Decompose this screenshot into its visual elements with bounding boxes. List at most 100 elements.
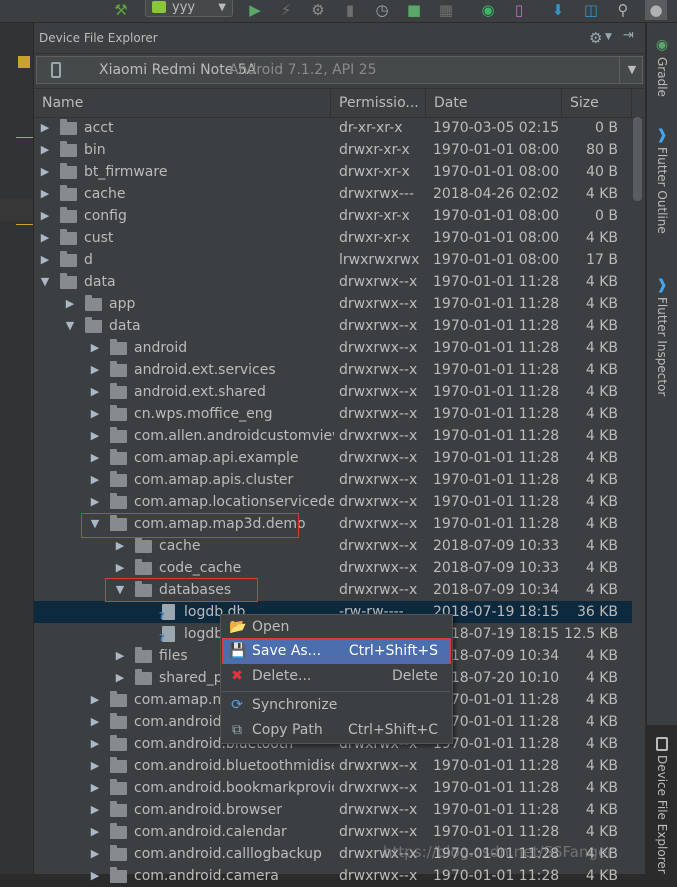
folder-row[interactable]: ▶ com.amap.apis.cluster drwxrwx--x 1970-01-… — [34, 469, 632, 491]
gear-dropdown-icon[interactable]: ▼ — [605, 32, 612, 42]
collapse-arrow-icon[interactable]: ▶ — [113, 535, 127, 557]
collapse-arrow-icon[interactable]: ▶ — [88, 755, 102, 777]
collapse-arrow-icon[interactable]: ▶ — [88, 447, 102, 469]
hammer-icon[interactable]: ⚒ — [110, 0, 132, 20]
collapse-arrow-icon[interactable]: ▶ — [88, 733, 102, 755]
folder-row[interactable]: ▶ com.amap.api.example drwxrwx--x 1970-01-0… — [34, 447, 632, 469]
folder-row[interactable]: ▶ acct dr-xr-xr-x 1970-03-05 02:15 0 B — [34, 117, 632, 139]
folder-row[interactable]: ▶ d lrwxrwxrwx 1970-01-01 08:00 17 B — [34, 249, 632, 271]
gear-icon[interactable]: ⚙ — [589, 29, 602, 47]
folder-row[interactable]: ▼ data drwxrwx--x 1970-01-01 11:28 4 KB — [34, 315, 632, 337]
menu-item-synchronize[interactable]: ⟳ Synchronize — [222, 693, 450, 717]
folder-icon — [110, 735, 127, 751]
collapse-arrow-icon[interactable]: ▶ — [88, 359, 102, 381]
hide-panel-icon[interactable]: ⇥ — [623, 28, 634, 43]
tab-device-file-explorer[interactable]: Device File Explorer — [647, 725, 677, 874]
chevron-down-icon[interactable]: ▼ — [619, 57, 644, 83]
collapse-arrow-icon[interactable]: ▶ — [88, 381, 102, 403]
folder-row[interactable]: ▶ com.android.calendar drwxrwx--x 1970-01-0… — [34, 821, 632, 843]
collapse-arrow-icon[interactable]: ▶ — [38, 205, 52, 227]
folder-row[interactable]: ▶ com.android.camera drwxrwx--x 1970-01-01 … — [34, 865, 632, 887]
folder-row[interactable]: ▶ com.android.browser drwxrwx--x 1970-01-01… — [34, 799, 632, 821]
avd-icon[interactable]: ▦ — [436, 0, 456, 20]
column-size[interactable]: Size — [562, 89, 632, 117]
run-icon[interactable]: ▶ — [245, 0, 265, 20]
device-select[interactable]: Xiaomi Redmi Note 5A Android 7.1.2, API … — [36, 56, 643, 84]
menu-item-open[interactable]: 📂 Open — [222, 615, 450, 639]
expand-arrow-icon[interactable]: ▼ — [38, 271, 52, 293]
attach-icon[interactable]: ▮ — [340, 0, 360, 20]
menu-item-delete[interactable]: ✖ Delete... Delete — [222, 664, 450, 688]
collapse-arrow-icon[interactable]: ▶ — [88, 469, 102, 491]
collapse-arrow-icon[interactable]: ▶ — [38, 249, 52, 271]
folder-row[interactable]: ▼ databases drwxrwx--x 2018-07-09 10:34 4 KB — [34, 579, 632, 601]
collapse-arrow-icon[interactable]: ▶ — [38, 117, 52, 139]
column-permissions[interactable]: Permissio... — [331, 89, 426, 117]
folder-row[interactable]: ▶ android drwxrwx--x 1970-01-01 11:28 4 KB — [34, 337, 632, 359]
folder-icon — [110, 779, 127, 795]
profile-icon[interactable]: ◷ — [372, 0, 392, 20]
folder-row[interactable]: ▶ cache drwxrwx--x 2018-07-09 10:33 4 KB — [34, 535, 632, 557]
tab-flutter-inspector[interactable]: ❱ Flutter Inspector — [647, 277, 677, 396]
sdk-icon[interactable]: ◉ — [478, 0, 498, 20]
folder-row[interactable]: ▼ data drwxrwx--x 1970-01-01 11:28 4 KB — [34, 271, 632, 293]
folder-row[interactable]: ▶ com.allen.androidcustomview drwxrwx--x 19… — [34, 425, 632, 447]
collapse-arrow-icon[interactable]: ▶ — [38, 139, 52, 161]
size-cell: 4 KB — [585, 472, 618, 488]
folder-row[interactable]: ▶ cache drwxrwx--- 2018-04-26 02:02 4 KB — [34, 183, 632, 205]
folder-row[interactable]: ▶ android.ext.shared drwxrwx--x 1970-01-01 … — [34, 381, 632, 403]
collapse-arrow-icon[interactable]: ▶ — [88, 403, 102, 425]
user-icon[interactable]: ● — [645, 0, 667, 20]
collapse-arrow-icon[interactable]: ▶ — [88, 777, 102, 799]
folder-row[interactable]: ▶ app drwxrwx--x 1970-01-01 11:28 4 KB — [34, 293, 632, 315]
apply-changes-icon[interactable]: ⚡ — [277, 0, 295, 20]
collapse-arrow-icon[interactable]: ▶ — [88, 799, 102, 821]
size-cell: 12.5 KB — [564, 626, 618, 642]
collapse-arrow-icon[interactable]: ▶ — [88, 337, 102, 359]
permissions-cell: drwxrwx--x — [339, 472, 418, 488]
folder-row[interactable]: ▶ com.android.bookmarkprovider drwxrwx--x 1… — [34, 777, 632, 799]
collapse-arrow-icon[interactable]: ▶ — [88, 865, 102, 887]
column-date[interactable]: Date — [426, 89, 562, 117]
collapse-arrow-icon[interactable]: ▶ — [38, 161, 52, 183]
collapse-arrow-icon[interactable]: ▶ — [63, 293, 77, 315]
tab-flutter-outline[interactable]: ❱ Flutter Outline — [647, 127, 677, 234]
column-name[interactable]: Name — [34, 89, 331, 117]
folder-row[interactable]: ▶ bt_firmware drwxr-xr-x 1970-01-01 08:00 40… — [34, 161, 632, 183]
collapse-arrow-icon[interactable]: ▶ — [113, 645, 127, 667]
collapse-arrow-icon[interactable]: ▶ — [88, 689, 102, 711]
sync-icon[interactable]: ■ — [404, 0, 424, 20]
collapse-arrow-icon[interactable]: ▶ — [88, 843, 102, 865]
collapse-arrow-icon[interactable]: ▶ — [113, 557, 127, 579]
collapse-arrow-icon[interactable]: ▶ — [38, 227, 52, 249]
collapse-arrow-icon[interactable]: ▶ — [38, 183, 52, 205]
folder-row[interactable]: ▶ bin drwxr-xr-x 1970-01-01 08:00 80 B — [34, 139, 632, 161]
folder-row[interactable]: ▶ cust drwxr-xr-x 1970-01-01 08:00 4 KB — [34, 227, 632, 249]
expand-arrow-icon[interactable]: ▼ — [113, 579, 127, 601]
expand-arrow-icon[interactable]: ▼ — [88, 513, 102, 535]
search-icon[interactable]: ⚲ — [612, 0, 634, 20]
expand-arrow-icon[interactable]: ▼ — [63, 315, 77, 337]
run-config-select[interactable]: yyy ▼ — [145, 0, 233, 17]
device-icon[interactable]: ▯ — [510, 0, 528, 20]
menu-item-save-as[interactable]: 💾 Save As... Ctrl+Shift+S — [222, 639, 450, 663]
collapse-arrow-icon[interactable]: ▶ — [88, 821, 102, 843]
folder-row[interactable]: ▶ com.amap.locationservicedemo drwxrwx--x 1… — [34, 491, 632, 513]
download-icon[interactable]: ⬇ — [548, 0, 568, 20]
structure-icon[interactable]: ◫ — [580, 0, 602, 20]
size-cell: 4 KB — [585, 714, 618, 730]
folder-row[interactable]: ▼ com.amap.map3d.demo drwxrwx--x 1970-01-01… — [34, 513, 632, 535]
tab-gradle[interactable]: ◉ Gradle — [647, 37, 677, 97]
collapse-arrow-icon[interactable]: ▶ — [88, 491, 102, 513]
folder-row[interactable]: ▶ android.ext.services drwxrwx--x 1970-01-0… — [34, 359, 632, 381]
collapse-arrow-icon[interactable]: ▶ — [88, 711, 102, 733]
collapse-arrow-icon[interactable]: ▶ — [88, 425, 102, 447]
collapse-arrow-icon[interactable]: ▶ — [113, 667, 127, 689]
menu-item-copy-path[interactable]: ⧉ Copy Path Ctrl+Shift+C — [222, 718, 450, 742]
folder-row[interactable]: ▶ cn.wps.moffice_eng drwxrwx--x 1970-01-01 … — [34, 403, 632, 425]
vertical-scrollbar[interactable] — [633, 117, 642, 201]
debug-icon[interactable]: ⚙ — [308, 0, 328, 20]
folder-row[interactable]: ▶ com.android.bluetoothmidiservice drwxrwx… — [34, 755, 632, 777]
folder-row[interactable]: ▶ config drwxr-xr-x 1970-01-01 08:00 0 B — [34, 205, 632, 227]
folder-row[interactable]: ▶ code_cache drwxrwx--x 2018-07-09 10:33 4 K… — [34, 557, 632, 579]
